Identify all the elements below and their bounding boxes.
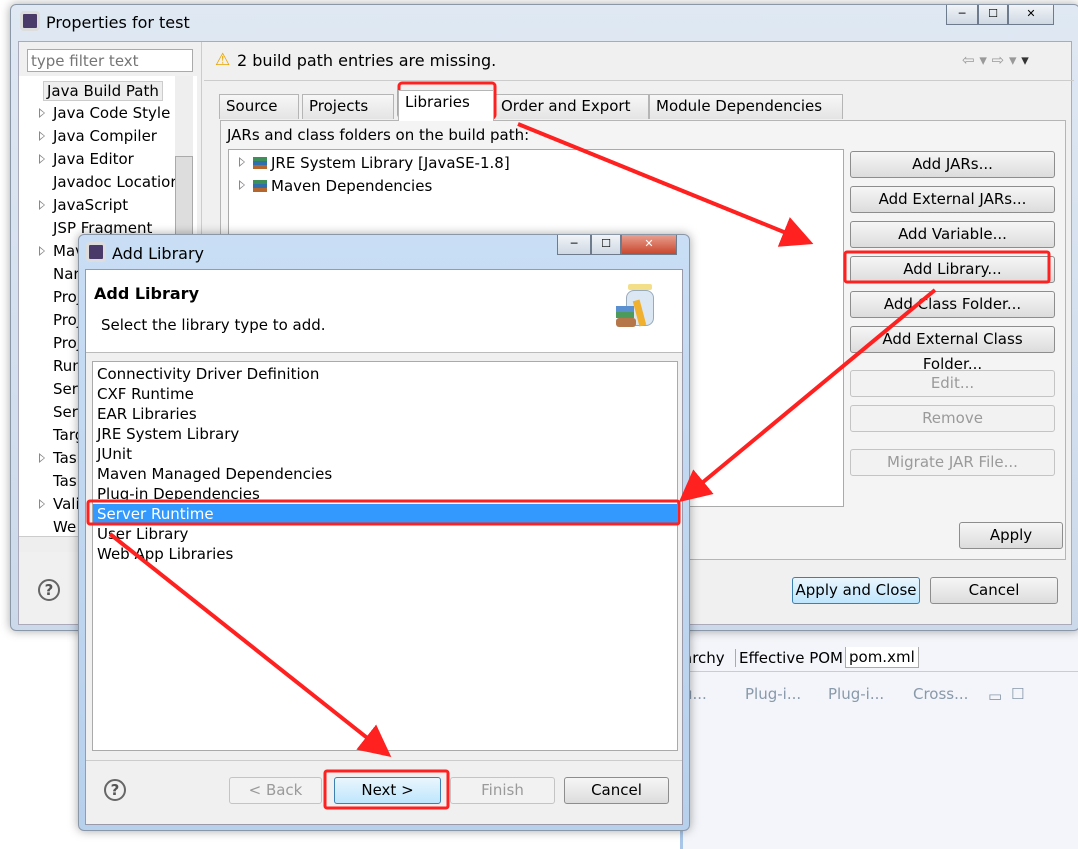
arrow-to-server-runtime (678, 288, 937, 503)
highlight-server-runtime (86, 499, 681, 526)
highlight-add-library (843, 250, 1051, 284)
arrow-to-next (108, 532, 392, 757)
annotation-overlay (86, 81, 1051, 810)
tab-libraries[interactable]: Libraries (398, 90, 494, 121)
arrow-to-add-library (517, 122, 814, 247)
highlight-next-button (323, 769, 450, 810)
